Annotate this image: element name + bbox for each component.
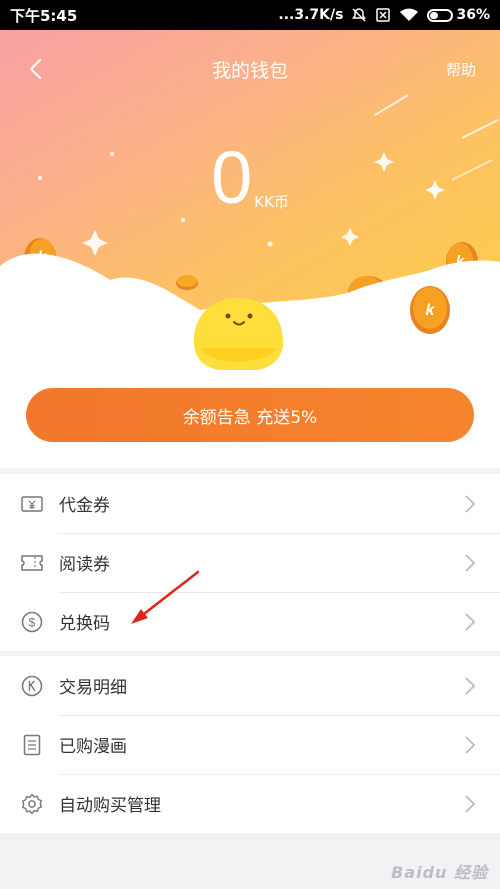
k-circle-icon xyxy=(20,674,44,698)
chevron-right-icon xyxy=(465,554,476,572)
chevron-right-icon xyxy=(465,613,476,631)
list-item-purchased-comics[interactable]: 已购漫画 xyxy=(0,715,500,774)
list-item-voucher[interactable]: 代金券 xyxy=(0,474,500,533)
wifi-icon xyxy=(399,7,419,23)
list-item-label: 交易明细 xyxy=(59,678,127,698)
balance-amount: 0 xyxy=(211,136,253,219)
list-item-label: 阅读券 xyxy=(59,555,110,575)
battery-indicator: 36% xyxy=(427,7,490,23)
coupon-list: 代金券 阅读券 $ 兑换码 xyxy=(0,474,500,651)
status-bar: 下午5:45 ...3.7K/s 36% xyxy=(0,0,500,30)
document-icon xyxy=(20,733,44,757)
list-item-label: 已购漫画 xyxy=(59,737,127,757)
list-item-label: 代金券 xyxy=(59,496,110,516)
voucher-icon xyxy=(20,492,44,516)
dollar-circle-icon: $ xyxy=(20,610,44,634)
battery-percent: 36% xyxy=(456,7,490,23)
status-time: 下午5:45 xyxy=(10,6,78,25)
watermark: Baidu 经验 xyxy=(391,863,488,882)
chevron-right-icon xyxy=(465,795,476,813)
help-button[interactable]: 帮助 xyxy=(446,59,476,80)
page-title: 我的钱包 xyxy=(211,60,288,82)
chevron-right-icon xyxy=(465,736,476,754)
balance-unit: KK币 xyxy=(254,193,289,211)
mute-icon xyxy=(351,7,367,23)
list-item-reading-ticket[interactable]: 阅读券 xyxy=(0,533,500,592)
battery-icon xyxy=(427,8,454,22)
network-speed: ...3.7K/s xyxy=(278,7,344,23)
list-item-label: 兑换码 xyxy=(59,614,110,634)
no-sim-icon xyxy=(375,7,391,23)
list-item-redeem-code[interactable]: $ 兑换码 xyxy=(0,592,500,651)
ticket-icon xyxy=(20,551,44,575)
list-item-transactions[interactable]: 交易明细 xyxy=(0,656,500,715)
list-item-auto-purchase[interactable]: 自动购买管理 xyxy=(0,774,500,833)
chevron-right-icon xyxy=(465,495,476,513)
promo-section: 余额告急 充送5% xyxy=(0,370,500,468)
wallet-header: k k k k k xyxy=(0,30,500,370)
balance-display: 0 KK币 xyxy=(0,138,500,218)
svg-text:$: $ xyxy=(29,615,36,629)
recharge-promo-button[interactable]: 余额告急 充送5% xyxy=(26,388,474,442)
svg-text:k: k xyxy=(426,302,436,319)
gear-icon xyxy=(20,792,44,816)
account-list: 交易明细 已购漫画 自动购买管理 xyxy=(0,656,500,833)
chevron-right-icon xyxy=(465,677,476,695)
nav-bar: 我的钱包 帮助 xyxy=(0,30,500,106)
list-item-label: 自动购买管理 xyxy=(59,796,161,816)
